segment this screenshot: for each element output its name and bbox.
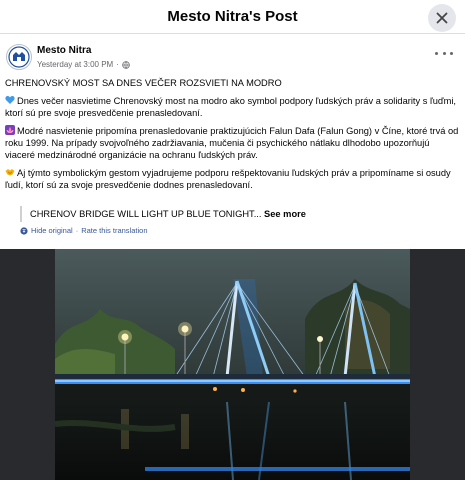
translation-controls: Hide original · Rate this translation	[20, 226, 148, 235]
translation-separator: ·	[75, 226, 79, 235]
post-meta: Yesterday at 3:00 PM ·	[37, 60, 130, 69]
close-button[interactable]	[428, 4, 456, 32]
post-paragraph: Dnes večer nasvietime Chrenovský most na…	[5, 95, 460, 119]
post-body: CHRENOVSKÝ MOST SA DNES VEČER ROZSVIETI …	[5, 77, 460, 197]
translation-text: CHRENOV BRIDGE WILL LIGHT UP BLUE TONIGH…	[30, 209, 262, 219]
rate-translation-link[interactable]: Rate this translation	[81, 226, 147, 235]
post-dialog-header: Mesto Nitra's Post	[0, 0, 465, 34]
globe-icon	[122, 60, 130, 69]
translate-icon	[20, 226, 28, 235]
post-headline: CHRENOVSKÝ MOST SA DNES VEČER ROZSVIETI …	[5, 78, 282, 88]
handshake-icon	[5, 169, 15, 176]
post-author[interactable]: Mesto Nitra	[37, 45, 91, 56]
avatar[interactable]	[6, 44, 32, 70]
close-icon	[436, 12, 448, 24]
paragraph-1-text: Dnes večer nasvietime Chrenovský most na…	[5, 96, 456, 118]
shore-light	[293, 389, 297, 393]
paragraph-2-text: Modré nasvietenie pripomína prenasledova…	[5, 126, 459, 160]
lotus-icon	[5, 125, 15, 135]
shore-light	[213, 387, 217, 391]
more-dot	[442, 51, 446, 55]
post-paragraph: Modré nasvietenie pripomína prenasledova…	[5, 125, 460, 161]
more-dot	[450, 51, 453, 55]
paragraph-3-text: Aj týmto symbolickým gestom vyjadrujeme …	[5, 168, 451, 190]
city-logo-icon	[8, 46, 30, 68]
translation-preview: CHRENOV BRIDGE WILL LIGHT UP BLUE TONIGH…	[20, 206, 450, 222]
post-photo-container[interactable]	[0, 249, 465, 480]
post-paragraph: Aj týmto symbolickým gestom vyjadrujeme …	[5, 167, 460, 191]
more-options-button[interactable]	[435, 47, 453, 59]
shore-light	[241, 388, 245, 392]
post-photo[interactable]	[55, 249, 410, 480]
more-options-icon	[435, 51, 438, 55]
meta-separator: ·	[116, 60, 119, 69]
blue-heart-icon	[5, 96, 15, 104]
hide-original-link[interactable]: Hide original	[31, 226, 73, 235]
deck-reflection	[145, 467, 410, 471]
dialog-title: Mesto Nitra's Post	[167, 8, 298, 25]
post-time[interactable]: Yesterday at 3:00 PM	[37, 60, 113, 69]
bridge-light-highlight	[55, 380, 410, 382]
see-more-link[interactable]: See more	[264, 209, 306, 219]
river-bank	[55, 384, 410, 402]
